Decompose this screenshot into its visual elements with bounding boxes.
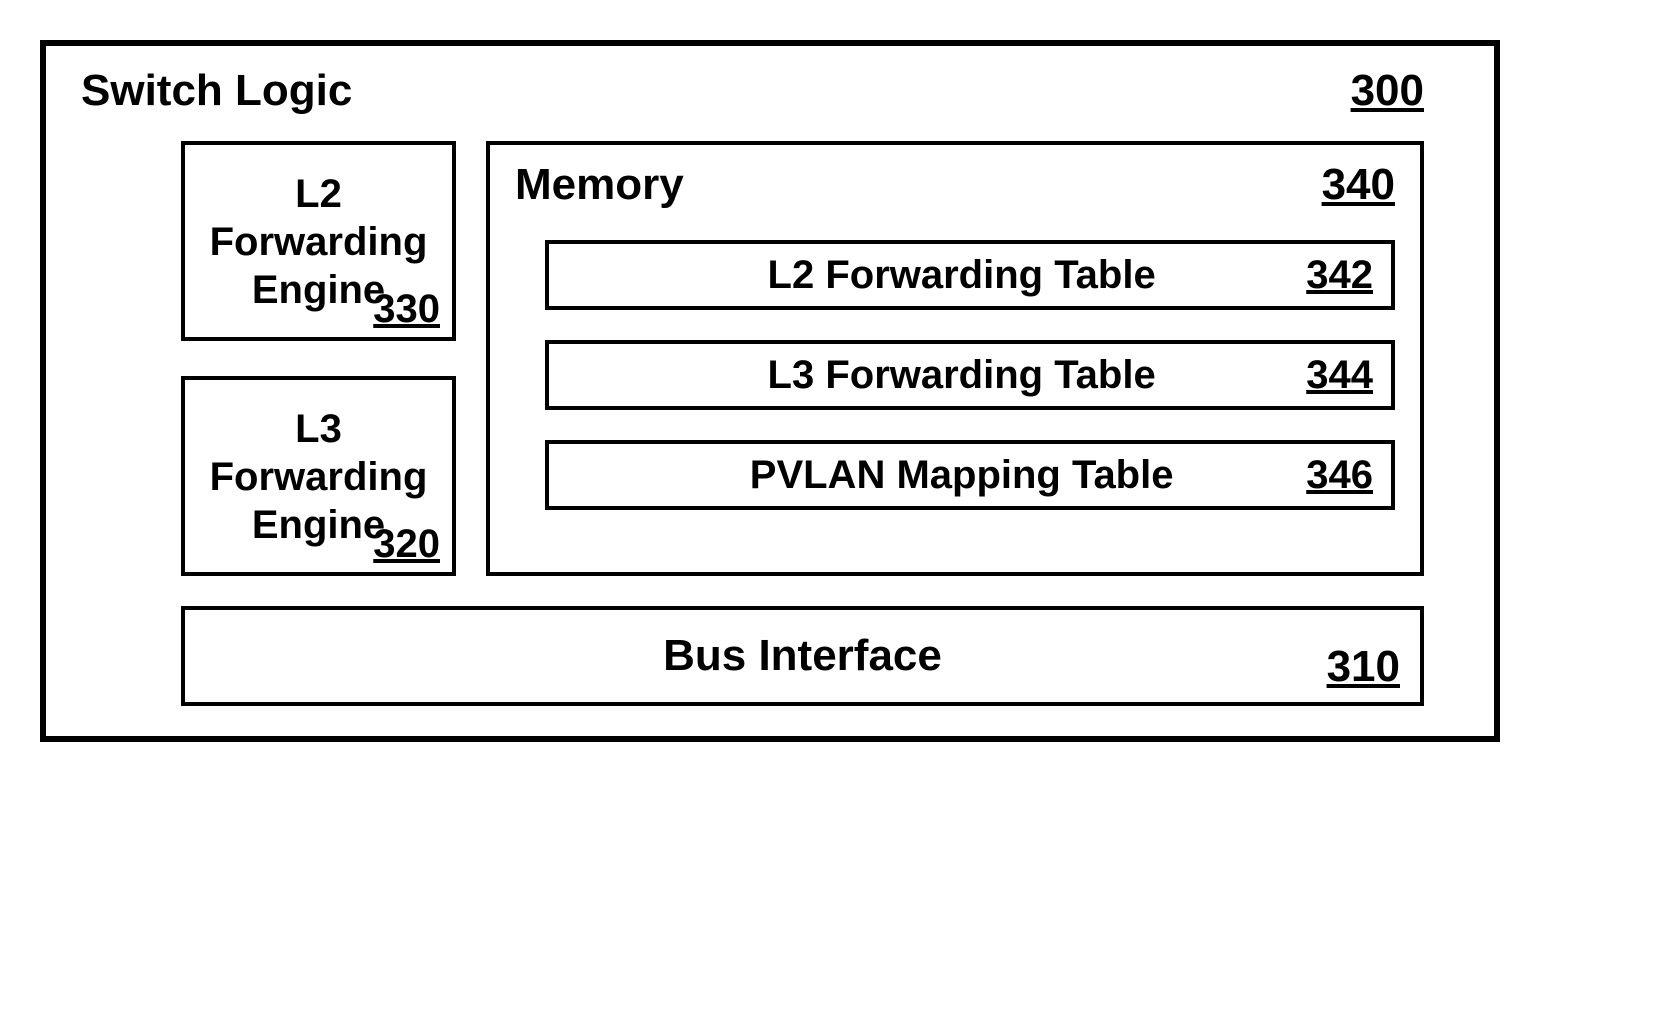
bus-label: Bus Interface [663,631,942,681]
title-row: Switch Logic 300 [81,66,1424,116]
l2-forwarding-engine-box: L2 Forwarding Engine 330 [181,141,456,341]
memory-block: Memory 340 L2 Forwarding Table 342 L3 Fo… [486,141,1424,576]
tables-container: L2 Forwarding Table 342 L3 Forwarding Ta… [515,240,1395,510]
memory-ref: 340 [1322,160,1395,210]
engine-ref: 330 [373,287,440,332]
table-ref: 344 [1306,353,1373,398]
engines-column: L2 Forwarding Engine 330 L3 Forwarding E… [181,141,456,576]
memory-title: Memory [515,160,684,210]
engine-ref: 320 [373,522,440,567]
l3-forwarding-table-box: L3 Forwarding Table 344 [545,340,1395,410]
table-label: PVLAN Mapping Table [567,453,1306,498]
pvlan-mapping-table-box: PVLAN Mapping Table 346 [545,440,1395,510]
table-label: L3 Forwarding Table [567,353,1306,398]
content-row: L2 Forwarding Engine 330 L3 Forwarding E… [81,141,1424,576]
block-title: Switch Logic [81,66,352,116]
l2-forwarding-table-box: L2 Forwarding Table 342 [545,240,1395,310]
table-ref: 346 [1306,453,1373,498]
table-label: L2 Forwarding Table [567,253,1306,298]
bus-ref: 310 [1327,642,1400,692]
switch-logic-block: Switch Logic 300 L2 Forwarding Engine 33… [40,40,1500,742]
bus-interface-box: Bus Interface 310 [181,606,1424,706]
l3-forwarding-engine-box: L3 Forwarding Engine 320 [181,376,456,576]
block-ref: 300 [1351,66,1424,116]
table-ref: 342 [1306,253,1373,298]
memory-title-row: Memory 340 [515,160,1395,210]
